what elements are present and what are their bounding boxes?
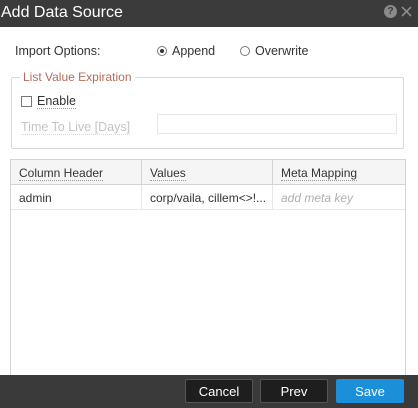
overwrite-radio-label[interactable]: Overwrite xyxy=(255,44,308,58)
column-header-header-label: Column Header xyxy=(19,166,104,181)
dialog-footer: Cancel Prev Save xyxy=(0,375,418,408)
table-header: Column Header Values Meta Mapping xyxy=(11,160,405,185)
dialog-body: Import Options: Append Overwrite List Va… xyxy=(0,27,418,390)
append-radio[interactable] xyxy=(157,46,167,56)
column-header-header[interactable]: Column Header xyxy=(11,160,142,184)
values-header[interactable]: Values xyxy=(142,160,273,184)
meta-mapping-header-label: Meta Mapping xyxy=(281,166,358,181)
time-to-live-input[interactable] xyxy=(157,114,397,134)
meta-mapping-header[interactable]: Meta Mapping xyxy=(273,160,405,184)
prev-button[interactable]: Prev xyxy=(260,379,328,403)
values-cell: corp/vaila, cillem<>!... xyxy=(142,185,273,209)
title-bar: Add Data Source ? xyxy=(0,0,418,27)
list-value-expiration-legend: List Value Expiration xyxy=(20,70,135,84)
values-header-label: Values xyxy=(150,166,186,181)
list-value-expiration-group: List Value Expiration Enable Time To Liv… xyxy=(11,70,404,149)
save-button[interactable]: Save xyxy=(336,379,404,403)
enable-checkbox-label[interactable]: Enable xyxy=(37,94,76,109)
close-icon[interactable] xyxy=(400,5,413,18)
import-options-label: Import Options: xyxy=(15,44,101,58)
cancel-button[interactable]: Cancel xyxy=(185,379,253,403)
meta-mapping-cell[interactable]: add meta key xyxy=(273,185,405,209)
append-radio-label[interactable]: Append xyxy=(172,44,215,58)
overwrite-radio[interactable] xyxy=(240,46,250,56)
help-icon[interactable]: ? xyxy=(384,5,397,18)
column-mapping-table: Column Header Values Meta Mapping admin … xyxy=(10,159,406,390)
dialog-title: Add Data Source xyxy=(1,4,123,21)
column-header-cell: admin xyxy=(11,185,142,209)
add-data-source-dialog: Add Data Source ? Import Options: Append… xyxy=(0,0,418,408)
table-row[interactable]: admin corp/vaila, cillem<>!... add meta … xyxy=(11,185,405,210)
enable-checkbox[interactable] xyxy=(21,96,32,107)
time-to-live-label: Time To Live [Days] xyxy=(21,120,131,135)
